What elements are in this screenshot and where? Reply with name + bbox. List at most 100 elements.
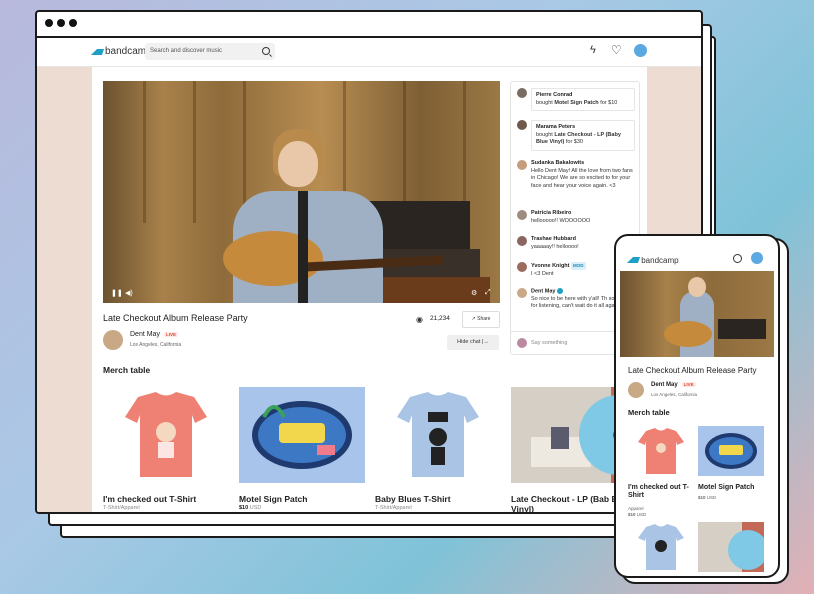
bandcamp-logo[interactable]: bandcamp [626,256,679,265]
share-label: Share [477,316,491,322]
chat-author: Dent May [531,288,556,295]
bandcamp-mark-icon [90,48,105,55]
hide-chat-label: Hide chat [457,339,481,345]
avatar [517,262,527,272]
chat-text: hellooooo!! WOOOOOO [531,217,591,224]
patch-image [705,433,757,469]
main-content: ❚❚ ◀) ⚙ ⤢ Pierre Conrad bought Motel Sig… [92,67,659,512]
stream-title: Late Checkout Album Release Party [103,313,248,323]
hide-chat-button[interactable]: Hide chat |→ [447,335,499,350]
merch-item-name[interactable]: Motel Sign Patch [698,484,768,492]
artist-avatar[interactable] [103,330,123,350]
live-badge: LIVE [163,331,178,337]
settings-icon[interactable]: ⚙ [471,289,477,297]
search-input[interactable]: Search and discover music [145,43,275,60]
window-dot[interactable] [45,19,53,27]
bolt-icon[interactable]: ϟ [590,44,596,56]
share-button[interactable]: ↗ Share [462,311,500,328]
price: $10 [698,495,706,500]
merch-item-name[interactable]: Motel Sign Patch [239,494,307,504]
merch-image[interactable] [103,387,229,483]
window-dot[interactable] [69,19,77,27]
chat-text: for $30 [565,139,583,145]
chat-author: Yvonne Knight [531,263,570,269]
merch-image[interactable] [698,426,764,476]
artist-name-text: Dent May [130,331,160,338]
curtain [143,81,146,223]
user-avatar[interactable] [751,252,763,264]
tshirt-image [397,392,479,477]
artist-avatar[interactable] [628,382,644,398]
guitar [664,321,712,347]
price: $10 [628,512,636,517]
currency: USD [636,512,647,517]
window-titlebar [37,12,701,38]
merch-item-name[interactable]: I'm checked out T-Shirt [628,484,694,500]
app-header: bandcamp Search and discover music ϟ ♡ [37,38,701,67]
tshirt-image [638,524,684,570]
artist-name[interactable]: Dent May LIVE [130,331,178,338]
live-badge: LIVE [681,382,696,387]
avatar [517,288,527,298]
merch-image[interactable] [628,522,694,572]
chat-text: for $10 [600,99,618,106]
artist-name-text: Dent May [651,382,678,389]
purchase-card: Pierre Conrad bought Motel Sign Patch fo… [531,88,635,111]
video-player[interactable] [620,271,774,357]
chat-input-placeholder: Say something [531,340,568,346]
avatar [517,210,527,220]
chat-purchase-message: Pierre Conrad bought Motel Sign Patch fo… [517,88,635,116]
search-icon[interactable] [733,254,742,263]
artist-name[interactable]: Dent May LIVE [651,382,696,388]
chat-author: Sudanka Bakalowits [531,160,585,166]
phone-screen: bandcamp Late Checkout Album Release Par… [620,240,774,572]
fullscreen-icon[interactable]: ⤢ [485,289,491,297]
currency: USD [706,495,717,500]
bandcamp-logo[interactable]: bandcamp [90,46,152,57]
artist-location: Los Angeles, California [651,392,698,397]
play-pause-icon[interactable]: ❚❚ [111,289,123,297]
chat-author: Pierre Conrad [536,92,573,98]
collapse-icon: |→ [481,339,489,345]
viewer-count: 21,234 [430,315,450,322]
window-dot[interactable] [57,19,65,27]
chat-message: Patricia Ribeiro hellooooo!! WOOOOOO [517,210,635,230]
share-icon: ↗ [471,316,476,322]
chat-message: Sudanka Bakalowits Hello Dent May! All t… [517,160,635,204]
chat-text: Hello Dent May! All the love from two fa… [531,167,633,189]
merch-heading: Merch table [103,365,151,375]
video-player[interactable]: ❚❚ ◀) ⚙ ⤢ [103,81,500,303]
merch-image[interactable] [698,522,768,572]
chat-author: Patricia Ribeiro [531,210,572,216]
volume-icon[interactable]: ◀) [125,289,133,297]
performer-head [278,141,318,187]
heart-icon[interactable]: ♡ [611,43,622,57]
avatar [517,160,527,170]
purchase-card: Marama Peters bought Late Checkout - LP … [531,120,635,151]
patch-image [252,401,352,469]
guitar [223,231,323,286]
merch-image[interactable] [628,426,694,476]
search-icon[interactable] [262,47,270,55]
currency: USD [249,505,262,511]
curtain [193,81,196,223]
chat-body: Patricia Ribeiro hellooooo!! WOOOOOO [531,210,635,225]
stream-title: Late Checkout Album Release Party [628,366,757,375]
logo-text: bandcamp [641,256,679,265]
eye-icon: ◉ [416,315,423,324]
avatar [517,120,527,130]
tshirt-image [125,392,207,477]
merch-item-type: T-Shirt/Apparel [103,505,140,511]
merch-item-price: $10 USD [628,512,646,518]
mod-badge: MOD [571,262,586,270]
merch-item-name[interactable]: I'm checked out T-Shirt [103,494,196,504]
verified-icon [556,288,563,294]
merch-image[interactable] [375,387,501,483]
vinyl-image [698,522,768,572]
merch-image[interactable] [239,387,365,483]
user-avatar[interactable] [634,44,647,57]
merch-item-name[interactable]: Baby Blues T-Shirt [375,494,451,504]
keyboard [718,319,766,339]
merch-item-type: T-Shirt/Apparel [375,505,412,511]
purchase-item[interactable]: Motel Sign Patch [554,100,598,106]
